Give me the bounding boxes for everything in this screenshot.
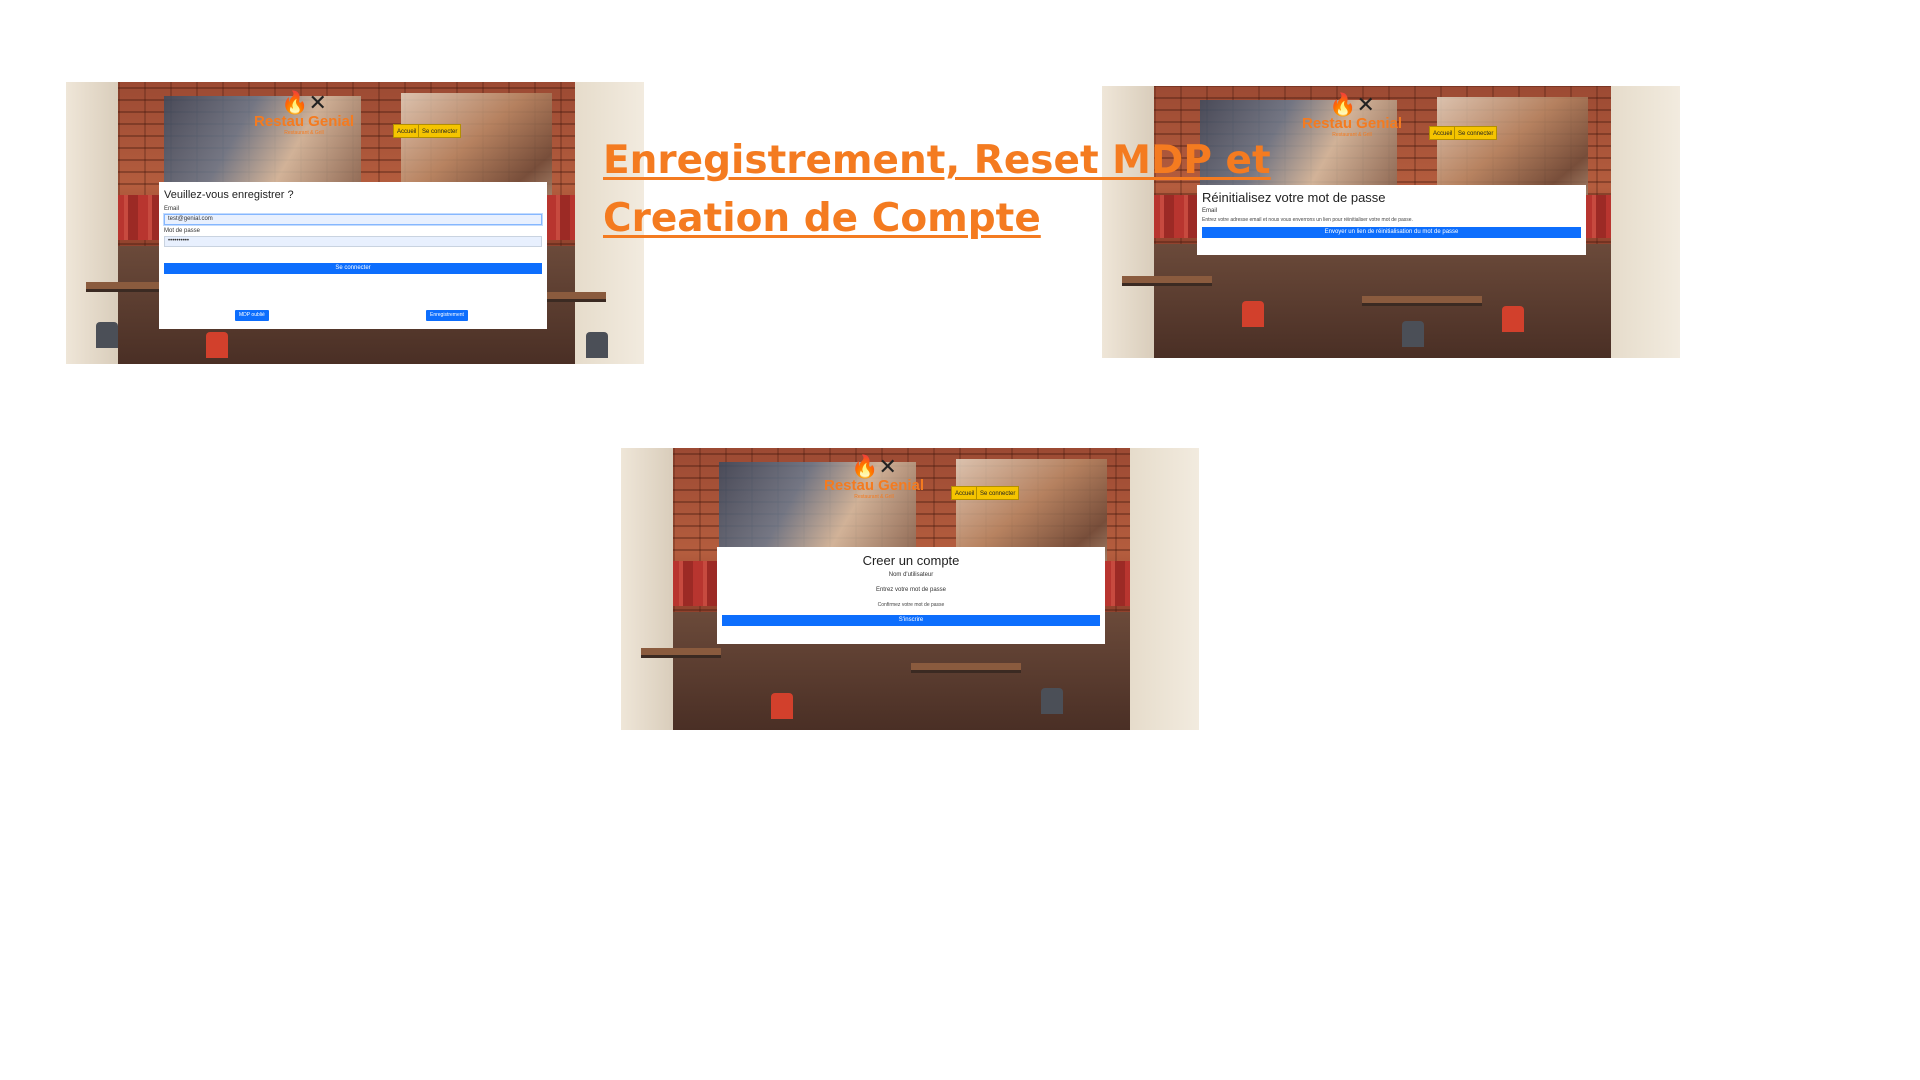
reset-submit-button[interactable]: Envoyer un lien de réinitialisation du m… <box>1202 227 1581 238</box>
brand-tagline: Restaurant & Grill <box>854 494 894 500</box>
reset-email-label: Email <box>1202 208 1218 214</box>
reset-title: Réinitialisez votre mot de passe <box>1202 190 1386 205</box>
nav-home-button[interactable]: Accueil <box>951 486 979 500</box>
nav-login-button[interactable]: Se connecter <box>976 486 1020 500</box>
confirm-password-hint: Confirmez votre mot de passe <box>877 602 945 608</box>
brand-name: Restau Genial <box>1302 115 1403 132</box>
brand-logo: 🔥✕ Restau Genial Restaurant & Grill <box>254 90 355 137</box>
register-button[interactable]: Enregistrement <box>426 310 468 321</box>
heading-line-2: Creation de Compte <box>603 196 1041 241</box>
create-title: Creer un compte <box>862 553 960 568</box>
login-screenshot: 🔥✕ Restau Genial Restaurant & Grill Accu… <box>66 82 644 364</box>
password-field[interactable]: •••••••••• <box>164 236 542 247</box>
create-password-label: Entrez votre mot de passe <box>875 587 947 593</box>
slide-heading: Enregistrement, Reset MDP et Creation de… <box>603 132 1271 248</box>
nav-login-button[interactable]: Se connecter <box>418 124 462 138</box>
heading-line-1: Enregistrement, Reset MDP et <box>603 138 1271 183</box>
login-card: Veuillez-vous enregistrer ? Email test@g… <box>159 182 547 329</box>
login-title: Veuillez-vous enregistrer ? <box>164 189 294 201</box>
brand-logo: 🔥✕ Restau Genial Restaurant & Grill <box>824 454 925 501</box>
brand-name: Restau Genial <box>824 477 925 494</box>
nav-home-button[interactable]: Accueil <box>1429 126 1457 140</box>
create-account-screenshot: 🔥✕ Restau Genial Restaurant & Grill Accu… <box>621 448 1199 730</box>
create-submit-button[interactable]: S'inscrire <box>722 615 1100 626</box>
nav-login-button[interactable]: Se connecter <box>1454 126 1498 140</box>
grill-utensils-icon: 🔥✕ <box>1329 92 1375 117</box>
brand-tagline: Restaurant & Grill <box>1332 132 1372 138</box>
brand-name: Restau Genial <box>254 113 355 130</box>
brand-logo: 🔥✕ Restau Genial Restaurant & Grill <box>1302 92 1403 139</box>
nav-home-button[interactable]: Accueil <box>393 124 421 138</box>
grill-utensils-icon: 🔥✕ <box>851 454 897 479</box>
reset-card: Réinitialisez votre mot de passe Email E… <box>1197 185 1586 255</box>
grill-utensils-icon: 🔥✕ <box>281 90 327 115</box>
forgot-password-button[interactable]: MDP oublié <box>235 310 269 321</box>
password-label: Mot de passe <box>164 228 201 234</box>
email-label: Email <box>164 206 180 212</box>
brand-tagline: Restaurant & Grill <box>284 130 324 136</box>
username-label: Nom d'utilisateur <box>888 572 934 578</box>
reset-hint-text: Entrez votre adresse email et nous vous … <box>1202 217 1413 223</box>
login-submit-button[interactable]: Se connecter <box>164 263 542 274</box>
email-field[interactable]: test@genial.com <box>164 214 542 225</box>
create-account-card: Creer un compte Nom d'utilisateur Entrez… <box>717 547 1105 644</box>
